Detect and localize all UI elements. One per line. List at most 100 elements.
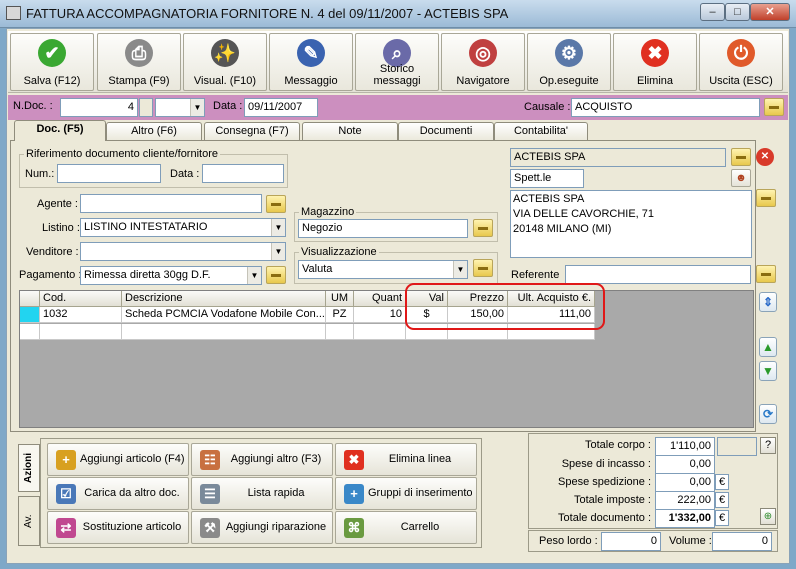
address-line: 20148 MILANO (MI) [513,223,612,235]
causale-folder-button[interactable]: ▬ [764,98,784,116]
volume-field[interactable]: 0 [712,532,772,551]
grid-cell-empty[interactable] [122,324,326,340]
venditore-select[interactable]: ▼ [80,242,286,261]
refresh-grid-button[interactable]: ⟳ [759,404,777,424]
load-doc-icon: ☑ [56,484,76,504]
close-window-button[interactable]: ✕ [750,3,790,21]
tab-azioni[interactable]: Azioni [18,444,40,492]
document-header-bar: N.Doc. : 4 ▼ Data : 09/11/2007 Causale :… [8,95,788,120]
visualizzazione-select[interactable]: Valuta ▼ [298,260,468,279]
grid-cell-um[interactable]: PZ [326,307,354,323]
toolbar-button-exit[interactable]: ⏻ Uscita (ESC) [699,33,783,91]
action-button-quick-list[interactable]: ☰ Lista rapida [191,477,333,510]
spese-incasso-field[interactable]: 0,00 [655,455,715,474]
action-button-cart[interactable]: ⌘ Carrello [335,511,477,544]
address-folder-button[interactable]: ▬ [756,189,776,207]
folder-icon: ▬ [769,101,779,112]
app-icon [6,6,21,20]
help-button[interactable]: ? [760,437,776,454]
column-header[interactable]: Cod. [40,291,122,307]
action-button-label: Carica da altro doc. [84,487,180,499]
toolbar-button-check[interactable]: ✔ Salva (F12) [10,33,94,91]
toolbar-button-gears[interactable]: ⚙ Op.eseguite [527,33,611,91]
maximize-button[interactable]: □ [725,3,750,21]
action-button-wrench[interactable]: ⚒ Aggiungi riparazione [191,511,333,544]
pagamento-value: Rimessa diretta 30gg D.F. [84,269,211,281]
address-line: ACTEBIS SPA [513,193,585,205]
action-button-groups[interactable]: + Gruppi di inserimento [335,477,477,510]
column-header[interactable]: Descrizione [122,291,326,307]
grid-cell-cod[interactable]: 1032 [40,307,122,323]
tab-av[interactable]: Av. [18,496,40,546]
referente-folder-button[interactable]: ▬ [756,265,776,283]
referente-input[interactable] [565,265,751,284]
column-header[interactable]: UM [326,291,354,307]
date-input[interactable]: 09/11/2007 [244,98,318,117]
toolbar-button-compass[interactable]: ◎ Navigatore [441,33,525,91]
pagamento-folder-button[interactable]: ▬ [266,266,286,284]
causale-input[interactable]: ACQUISTO [571,98,760,117]
toolbar-button-printer[interactable]: ⎙ Stampa (F9) [97,33,181,91]
totals-detail-button[interactable]: ⊕ [760,508,776,525]
ndoc-suffix-box[interactable] [139,98,153,117]
action-button-load-doc[interactable]: ☑ Carica da altro doc. [47,477,189,510]
minimize-button[interactable]: – [700,3,725,21]
series-select[interactable]: ▼ [155,98,205,117]
toolbar-button-label: Elimina [636,75,674,87]
action-button-add-table[interactable]: ☷ Aggiungi altro (F3) [191,443,333,476]
tab-0[interactable]: Doc. (F5) [14,120,106,141]
action-button-delete-line[interactable]: ✖ Elimina linea [335,443,477,476]
supplier-clear-button[interactable]: ✕ [756,148,774,166]
toolbar-button-delete-x[interactable]: ✖ Elimina [613,33,697,91]
tab-2[interactable]: Consegna (F7) [204,122,300,140]
window-title: FATTURA ACCOMPAGNATORIA FORNITORE N. 4 d… [26,6,509,21]
currency-label: € [715,510,729,526]
move-down-button[interactable]: ▼ [759,361,777,381]
arrow-up-icon: ▲ [762,340,774,354]
row-selector[interactable] [20,324,40,340]
toolbar-button-pen-document[interactable]: ✎ Messaggio [269,33,353,91]
causale-label: Causale : [524,101,571,113]
salutation-field[interactable]: Spett.le [510,169,584,188]
num-input[interactable] [57,164,161,183]
spese-spedizione-field[interactable]: 0,00 [655,473,715,492]
visualizzazione-legend: Visualizzazione [301,246,377,258]
tab-3[interactable]: Note [302,122,398,140]
tab-4[interactable]: Documenti [398,122,494,140]
toolbar-button-magic-wand[interactable]: ✨ Visual. (F10) [183,33,267,91]
supplier-folder-button[interactable]: ▬ [731,148,751,166]
toolbar-button-history-search[interactable]: ⌕ Storico messaggi [355,33,439,91]
listino-select[interactable]: LISTINO INTESTATARIO ▼ [80,218,286,237]
grid-cell-empty[interactable] [40,324,122,340]
grid-cell-empty[interactable] [326,324,354,340]
pagamento-select[interactable]: Rimessa diretta 30gg D.F. ▼ [80,266,262,285]
peso-lordo-field[interactable]: 0 [601,532,661,551]
row-selector[interactable] [20,307,40,323]
agente-folder-button[interactable]: ▬ [266,195,286,213]
magazzino-input[interactable]: Negozio [298,219,468,238]
action-button-add-box[interactable]: + Aggiungi articolo (F4) [47,443,189,476]
supplier-address-box[interactable]: ACTEBIS SPA VIA DELLE CAVORCHIE, 71 2014… [510,190,752,258]
totale-imposte-field: 222,00 [655,491,715,510]
supplier-name-field[interactable]: ACTEBIS SPA [510,148,726,167]
ref-date-input[interactable] [202,164,284,183]
column-header[interactable]: Quant [354,291,406,307]
grid-cell-empty[interactable] [354,324,406,340]
ndoc-input[interactable]: 4 [60,98,138,117]
magazzino-folder-button[interactable]: ▬ [473,219,493,237]
contact-card-button[interactable]: ☻ [731,169,751,187]
move-up-button[interactable]: ▲ [759,337,777,357]
toolbar-button-label: Navigatore [456,75,510,87]
totals-panel: Totale corpo : 1'110,00 ? Spese di incas… [528,433,778,529]
move-row-button[interactable]: ⇕ [759,292,777,312]
tab-5[interactable]: Contabilita' [494,122,588,140]
tab-1[interactable]: Altro (F6) [106,122,202,140]
agente-input[interactable] [80,194,262,213]
visualizzazione-folder-button[interactable]: ▬ [473,259,493,277]
grid-cell-descrizione[interactable]: Scheda PCMCIA Vodafone Mobile Con... [122,307,326,323]
arrow-down-icon: ▼ [762,364,774,378]
grid-cell-quant[interactable]: 10 [354,307,406,323]
action-button-label: Aggiungi riparazione [225,521,327,533]
action-button-swap[interactable]: ⇄ Sostituzione articolo [47,511,189,544]
totale-corpo-field: 1'110,00 [655,437,715,456]
